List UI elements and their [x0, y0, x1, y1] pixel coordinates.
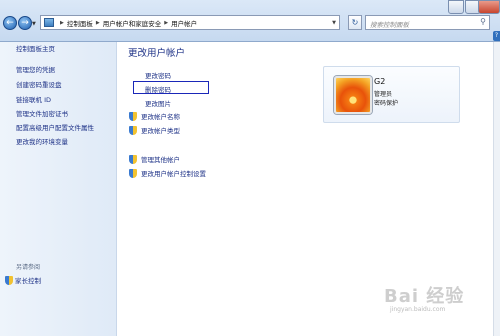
change-uac-settings-link[interactable]: 更改用户帐户控制设置 [129, 168, 206, 178]
manage-other-accounts-label: 管理其他帐户 [141, 156, 180, 164]
parental-controls-link[interactable]: 家长控制 [5, 275, 41, 285]
chevron-right-icon[interactable]: ▶ [96, 20, 100, 26]
forward-arrow-icon: → [21, 18, 29, 28]
close-button[interactable] [478, 0, 500, 14]
change-environment-variables-link[interactable]: 更改我的环境变量 [16, 136, 68, 146]
account-card: G2 管理员 密码保护 [323, 66, 460, 123]
change-password-link[interactable]: 更改密码 [141, 70, 171, 80]
refresh-button[interactable]: ↻ [348, 15, 362, 30]
create-password-reset-disk-link[interactable]: 创建密码重设盘 [16, 79, 62, 89]
change-account-name-label: 更改帐户名称 [141, 113, 180, 121]
search-placeholder: 搜索控制面板 [370, 21, 409, 29]
address-bar[interactable]: ▶ 控制面板 ▶ 用户帐户和家庭安全 ▶ 用户帐户 ▼ [40, 15, 340, 30]
minimize-button[interactable] [448, 0, 464, 14]
password-status: 密码保护 [374, 100, 399, 107]
change-account-type-label: 更改帐户类型 [141, 127, 180, 135]
search-icon[interactable]: ⚲ [480, 17, 486, 26]
baidu-jingyan-watermark: Bai 经验 jingyan.baidu.com [384, 282, 500, 336]
shield-icon [5, 275, 13, 285]
parental-controls-label: 家长控制 [15, 277, 41, 285]
watermark-logo: Bai 经验 [384, 286, 465, 307]
breadcrumb-user-accounts[interactable]: 用户帐户 [171, 18, 197, 28]
page-title: 更改用户帐户 [128, 48, 186, 59]
change-account-name-link[interactable]: 更改帐户名称 [129, 111, 180, 121]
change-picture-link[interactable]: 更改图片 [141, 98, 171, 108]
chevron-right-icon[interactable]: ▶ [164, 20, 168, 26]
advanced-profile-properties-link[interactable]: 配置高级用户配置文件属性 [16, 122, 94, 132]
back-arrow-icon: ← [6, 18, 14, 28]
shield-icon [129, 111, 137, 121]
address-toolbar: ← → ▼ ▶ 控制面板 ▶ 用户帐户和家庭安全 ▶ 用户帐户 ▼ ↻ 搜索控制… [0, 0, 500, 42]
shield-icon [129, 125, 137, 135]
breadcrumb-user-accounts-family-safety[interactable]: 用户帐户和家庭安全 [103, 18, 162, 28]
see-also-heading: 另请参阅 [16, 264, 41, 271]
back-button[interactable]: ← [3, 16, 17, 30]
chevron-down-icon[interactable]: ▼ [332, 20, 336, 26]
chevron-right-icon[interactable]: ▶ [60, 20, 64, 26]
user-avatar-flower [334, 76, 372, 114]
shield-icon [129, 168, 137, 178]
remove-password-label: 删除密码 [145, 86, 171, 94]
forward-button[interactable]: → [18, 16, 32, 30]
refresh-icon: ↻ [351, 18, 359, 27]
manage-encryption-certificates-link[interactable]: 管理文件加密证书 [16, 108, 68, 118]
remove-password-link[interactable]: 删除密码 [141, 84, 171, 94]
manage-other-accounts-link[interactable]: 管理其他帐户 [129, 154, 180, 164]
account-role: 管理员 [374, 91, 393, 98]
change-password-label: 更改密码 [145, 72, 171, 80]
search-input[interactable]: 搜索控制面板 ⚲ [365, 15, 490, 30]
change-account-type-link[interactable]: 更改帐户类型 [129, 125, 180, 135]
recent-pages-dropdown[interactable]: ▼ [32, 21, 36, 27]
shield-icon [129, 154, 137, 164]
watermark-url: jingyan.baidu.com [390, 306, 446, 313]
account-name: G2 [374, 77, 386, 86]
manage-credentials-link[interactable]: 管理您的凭据 [16, 64, 55, 74]
control-panel-icon [44, 18, 54, 27]
help-icon[interactable]: ? [493, 31, 500, 41]
breadcrumb-control-panel[interactable]: 控制面板 [67, 18, 93, 28]
change-uac-settings-label: 更改用户帐户控制设置 [141, 170, 206, 178]
change-picture-label: 更改图片 [145, 100, 171, 108]
control-panel-home-link[interactable]: 控制面板主页 [16, 43, 55, 53]
link-online-id-link[interactable]: 链接联机 ID [16, 94, 51, 104]
